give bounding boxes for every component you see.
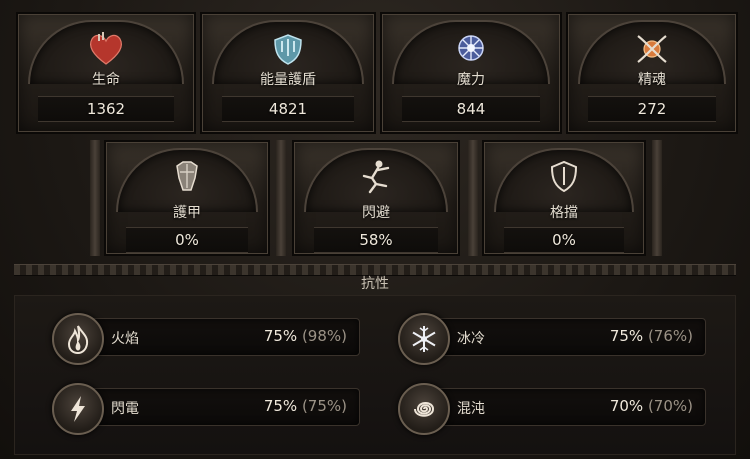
resistance-value: 75% (75%) <box>264 397 347 415</box>
stat-value: 844 <box>402 96 540 122</box>
pillar <box>276 140 286 256</box>
chaos-resistance-row: 混沌 70% (70%) <box>414 388 706 426</box>
resistance-current: 75% <box>609 327 644 345</box>
lightning-resistance-row: 閃電 75% (75%) <box>66 388 360 426</box>
resistance-value: 70% (70%) <box>610 397 693 415</box>
stat-value: 1362 <box>38 96 174 122</box>
resistance-max: (75%) <box>301 397 347 415</box>
stat-label: 精魂 <box>638 72 666 88</box>
stat-label: 閃避 <box>362 205 390 221</box>
spirit-icon <box>637 35 667 63</box>
lightning-icon-orb <box>52 383 104 435</box>
stat-label: 魔力 <box>457 72 485 88</box>
pillar <box>652 140 662 256</box>
mana-panel: 魔力 844 <box>380 12 562 134</box>
armour-panel: 護甲 0% <box>104 140 270 256</box>
resistance-name: 冰冷 <box>457 331 485 347</box>
resistance-max: (70%) <box>647 397 693 415</box>
pillar <box>90 140 100 256</box>
resistance-current: 75% <box>263 327 298 345</box>
fire-resistance-row: 火焰 75% (98%) <box>66 318 360 356</box>
fire-icon <box>67 325 89 355</box>
stat-value: 0% <box>504 227 624 253</box>
resistance-current: 70% <box>609 397 644 415</box>
chaos-icon-orb <box>398 383 450 435</box>
resistances-title: 抗性 <box>361 276 389 292</box>
stat-label: 格擋 <box>550 205 578 221</box>
heart-icon <box>89 32 123 65</box>
evasion-icon <box>362 160 390 194</box>
cold-icon <box>412 326 436 352</box>
evasion-panel: 閃避 58% <box>292 140 460 256</box>
cold-icon-orb <box>398 313 450 365</box>
mana-icon <box>458 35 484 61</box>
cold-resistance-row: 冰冷 75% (76%) <box>414 318 706 356</box>
lightning-icon <box>71 396 85 422</box>
resistance-max: (98%) <box>301 327 347 345</box>
fire-icon-orb <box>52 313 104 365</box>
armour-icon <box>176 161 198 191</box>
stat-value: 4821 <box>222 96 354 122</box>
energy-shield-panel: 能量護盾 4821 <box>200 12 376 134</box>
resistance-name: 混沌 <box>457 401 485 417</box>
resistance-max: (76%) <box>647 327 693 345</box>
pillar <box>468 140 478 256</box>
block-icon <box>550 160 578 193</box>
stat-value: 58% <box>314 227 438 253</box>
resistance-current: 75% <box>263 397 298 415</box>
spirit-panel: 精魂 272 <box>566 12 738 134</box>
resistance-value: 75% (98%) <box>264 327 347 345</box>
stat-value: 0% <box>126 227 248 253</box>
stat-label: 生命 <box>92 72 120 88</box>
stat-label: 護甲 <box>173 205 201 221</box>
energy-shield-icon <box>274 34 302 65</box>
stat-label: 能量護盾 <box>260 72 316 88</box>
resistance-name: 火焰 <box>111 331 139 347</box>
chaos-icon <box>414 402 435 417</box>
block-panel: 格擋 0% <box>482 140 646 256</box>
resistance-value: 75% (76%) <box>610 327 693 345</box>
stat-value: 272 <box>588 96 716 122</box>
resistance-name: 閃電 <box>111 401 139 417</box>
life-panel: 生命 1362 <box>16 12 196 134</box>
